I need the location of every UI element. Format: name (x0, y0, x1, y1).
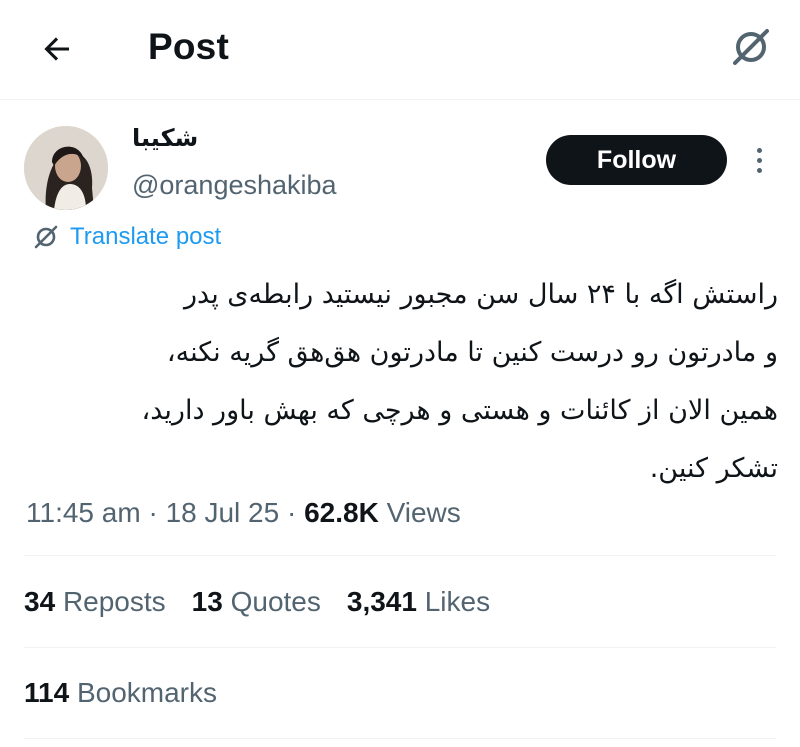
likes-stat[interactable]: 3,341 Likes (347, 586, 490, 618)
bookmarks-count: 114 (24, 677, 70, 708)
post-text-line: و مادرتون رو درست کنین تا مادرتون هق‌هق … (166, 337, 778, 368)
top-bar: Post (0, 0, 800, 100)
post-text: راستش اگه با ۲۴ سال سن مجبور نیستید رابط… (24, 266, 779, 498)
post-text-line: تشکر کنین. (649, 453, 778, 484)
translate-button[interactable] (726, 22, 776, 72)
divider (24, 555, 776, 556)
bookmarks-stat[interactable]: 114 Bookmarks (24, 677, 217, 709)
post-text-line: راستش اگه با ۲۴ سال سن مجبور نیستید رابط… (184, 279, 778, 310)
views-label: Views (386, 497, 461, 528)
author-handle[interactable]: @orangeshakiba (132, 170, 337, 201)
meta-separator: · (279, 497, 305, 528)
reposts-count: 34 (24, 586, 56, 617)
quotes-label: Quotes (230, 586, 321, 617)
likes-count: 3,341 (346, 586, 417, 617)
meta-separator: · (140, 497, 166, 528)
avatar[interactable] (24, 126, 108, 210)
post-meta: 11:45 am · 18 Jul 25 · 62.8K Views (26, 497, 461, 529)
translate-post-label: Translate post (70, 223, 222, 250)
profile-photo (24, 126, 108, 210)
translate-post-link[interactable]: Translate post (32, 222, 221, 252)
engagement-stats: 34 Reposts 13 Quotes 3,341 Likes (24, 586, 490, 618)
back-button[interactable] (34, 26, 80, 72)
follow-button[interactable]: Follow (546, 135, 727, 185)
post-date[interactable]: 18 Jul 25 (166, 497, 280, 528)
divider (24, 738, 776, 739)
more-options-button[interactable] (744, 140, 774, 180)
arrow-left-icon (44, 37, 69, 61)
reposts-stat[interactable]: 34 Reposts (24, 586, 166, 618)
bookmarks-label: Bookmarks (76, 677, 217, 708)
more-vertical-icon-dot (756, 157, 762, 163)
more-vertical-icon (756, 147, 762, 153)
post-text-line: همین الان از کائنات و هستی و هرچی که بهش… (141, 395, 779, 426)
translate-icon (733, 29, 769, 65)
reposts-label: Reposts (62, 586, 166, 617)
author-display-name[interactable]: شکیبا (132, 124, 332, 152)
likes-label: Likes (424, 586, 491, 617)
post-time[interactable]: 11:45 am (26, 497, 141, 528)
quotes-stat[interactable]: 13 Quotes (192, 586, 321, 618)
translate-icon (34, 225, 58, 249)
page-title: Post (148, 26, 229, 67)
divider (24, 647, 776, 648)
views-count: 62.8K (304, 497, 379, 528)
more-vertical-icon-dot (756, 167, 762, 173)
quotes-count: 13 (191, 586, 223, 617)
